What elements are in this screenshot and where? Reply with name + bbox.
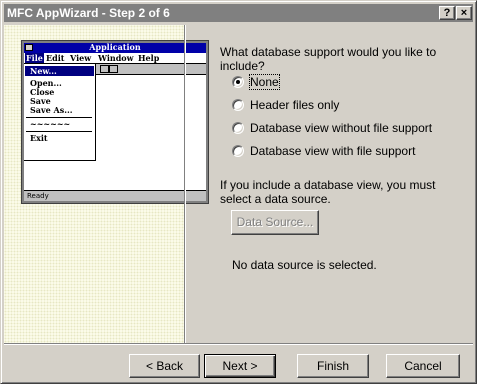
- preview-title: Application: [89, 42, 141, 52]
- radio-button[interactable]: [232, 76, 244, 88]
- radio-button[interactable]: [232, 122, 244, 134]
- appwizard-dialog: MFC AppWizard - Step 2 of 6 ? × Applicat…: [0, 0, 477, 384]
- radio-selected-dot: [236, 80, 240, 84]
- cancel-button[interactable]: Cancel: [386, 354, 460, 378]
- toolbar-button-icon: [109, 65, 118, 73]
- preview-status-bar: Ready: [24, 190, 206, 201]
- radio-label[interactable]: Database view without file support: [250, 121, 432, 135]
- title-bar: MFC AppWizard - Step 2 of 6 ? ×: [4, 4, 473, 22]
- button-divider: [4, 343, 473, 345]
- help-button[interactable]: ?: [439, 6, 455, 20]
- menu-item-exit: Exit: [30, 133, 48, 143]
- data-source-status: No data source is selected.: [232, 258, 377, 272]
- preview-menu-file: File: [25, 53, 44, 63]
- preview-menu-help: Help: [138, 53, 160, 63]
- menu-item-mru: ~~~~~~: [30, 119, 71, 129]
- radio-label[interactable]: None: [249, 74, 280, 90]
- preview-menu-window: Window: [98, 53, 134, 63]
- preview-menu-edit: Edit: [46, 53, 65, 63]
- finish-button[interactable]: Finish: [297, 354, 369, 378]
- menu-separator: [26, 117, 92, 118]
- menu-separator: [26, 131, 92, 132]
- preview-app-window: Application File Edit View Window Help N…: [21, 40, 209, 204]
- data-source-button[interactable]: Data Source...: [231, 210, 319, 235]
- preview-title-bar: Application: [24, 42, 206, 53]
- question-label: What database support would you like to …: [220, 45, 437, 73]
- menu-item-save-as: Save As...: [30, 105, 73, 115]
- menu-item-new: New...: [30, 66, 57, 76]
- preview-menu-view: View: [70, 53, 92, 63]
- toolbar-button-icon: [100, 65, 109, 73]
- radio-button[interactable]: [232, 99, 244, 111]
- window-title: MFC AppWizard - Step 2 of 6: [7, 6, 170, 20]
- radio-label[interactable]: Header files only: [250, 98, 339, 112]
- help-icon: ?: [443, 7, 451, 19]
- data-source-info-text: If you include a database view, you must…: [220, 178, 436, 206]
- close-icon: ×: [460, 7, 468, 19]
- back-button[interactable]: < Back: [129, 354, 200, 378]
- panel-divider: [184, 25, 186, 343]
- wizard-illustration-panel: Application File Edit View Window Help N…: [4, 25, 209, 343]
- radio-label[interactable]: Database view with file support: [250, 144, 415, 158]
- radio-button[interactable]: [232, 145, 244, 157]
- close-button[interactable]: ×: [456, 6, 472, 20]
- next-button[interactable]: Next >: [204, 354, 276, 378]
- preview-file-menu: New... Open... Close Save Save As... ~~~…: [24, 63, 96, 161]
